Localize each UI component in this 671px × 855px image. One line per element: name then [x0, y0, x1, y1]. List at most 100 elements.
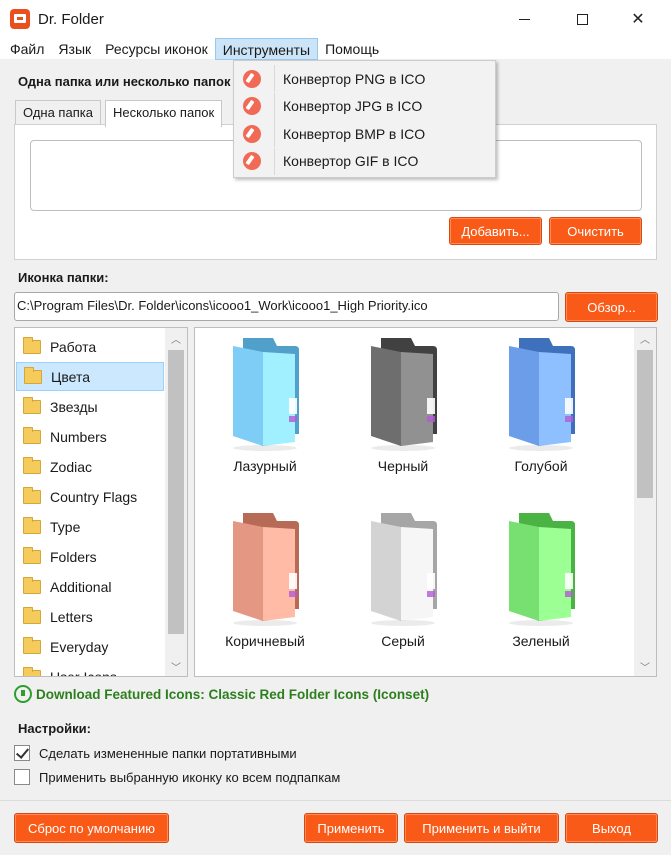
subfolders-label: Применить выбранную иконку ко всем подпа…: [39, 769, 341, 785]
scroll-down-icon[interactable]: ﹀: [165, 657, 187, 675]
menu-language[interactable]: Язык: [51, 38, 98, 60]
menu-item-label: Конвертор JPG в ICO: [283, 98, 423, 115]
scroll-up-icon[interactable]: ︿: [634, 329, 656, 347]
category-item[interactable]: Zodiac: [16, 452, 164, 481]
category-scrollbar[interactable]: ︿ ﹀: [165, 328, 187, 676]
folder-icon: [23, 516, 41, 534]
maximize-icon: [576, 13, 588, 25]
icon-tile[interactable]: Серый: [333, 509, 473, 669]
folder-icon: [23, 486, 41, 504]
minimize-button[interactable]: [498, 0, 550, 38]
category-item[interactable]: Letters: [16, 602, 164, 631]
icon-tile[interactable]: Черный: [333, 334, 473, 494]
category-item[interactable]: Everyday: [16, 632, 164, 661]
portable-label: Сделать измененные папки портативными: [39, 745, 297, 761]
icon-label: Зеленый: [512, 633, 570, 649]
clear-button[interactable]: Очистить: [549, 217, 642, 245]
folder-icon: [23, 456, 41, 474]
menu-item-label: Конвертор BMP в ICO: [283, 125, 426, 142]
menu-gif-to-ico[interactable]: Конвертор GIF в ICO: [234, 147, 495, 176]
menu-file[interactable]: Файл: [3, 38, 51, 60]
scroll-thumb[interactable]: [637, 350, 653, 498]
portable-checkbox[interactable]: [14, 745, 30, 761]
menu-separator: [274, 120, 275, 148]
title-bar: Dr. Folder ✕: [0, 0, 671, 38]
tab-multiple-folders[interactable]: Несколько папок: [105, 100, 223, 127]
category-item-selected[interactable]: Цвета: [16, 362, 164, 391]
converter-icon: [243, 97, 261, 116]
settings-title: Настройки:: [18, 721, 91, 736]
menu-png-to-ico[interactable]: Конвертор PNG в ICO: [234, 65, 495, 93]
menu-jpg-to-ico[interactable]: Конвертор JPG в ICO: [234, 92, 495, 121]
icon-tile[interactable]: Зеленый: [471, 509, 611, 669]
maximize-button[interactable]: [556, 0, 608, 38]
icon-label: Лазурный: [233, 458, 297, 474]
portable-option[interactable]: Сделать измененные папки портативными: [14, 743, 297, 763]
menu-item-label: Конвертор PNG в ICO: [283, 70, 426, 87]
folder-icon: [23, 336, 41, 354]
subfolders-option[interactable]: Применить выбранную иконку ко всем подпа…: [14, 767, 340, 787]
category-item[interactable]: Additional: [16, 572, 164, 601]
apply-and-exit-button[interactable]: Применить и выйти: [404, 813, 559, 843]
folder-icon: [23, 666, 41, 676]
icon-path-field[interactable]: C:\Program Files\Dr. Folder\icons\icooo1…: [14, 292, 559, 321]
icon-section-title: Иконка папки:: [18, 270, 109, 285]
converter-icon: [243, 152, 261, 171]
download-link-row[interactable]: Download Featured Icons: Classic Red Fol…: [14, 684, 429, 704]
folder-icon: [23, 606, 41, 624]
close-icon: ✕: [631, 11, 645, 28]
folder-icon: [23, 636, 41, 654]
exit-button[interactable]: Выход: [565, 813, 658, 843]
menu-icon-resources[interactable]: Ресурсы иконок: [98, 38, 215, 60]
folder-icon: [23, 426, 41, 444]
menu-tools[interactable]: Инструменты: [214, 38, 319, 60]
category-item[interactable]: Country Flags: [16, 482, 164, 511]
icon-label: Коричневый: [225, 633, 305, 649]
folder-icon: [23, 546, 41, 564]
category-item[interactable]: Работа: [16, 332, 164, 361]
scroll-thumb[interactable]: [168, 350, 184, 634]
menu-item-label: Конвертор GIF в ICO: [283, 153, 419, 170]
folder-icon: [371, 513, 437, 626]
icon-label: Серый: [381, 633, 425, 649]
menu-bmp-to-ico[interactable]: Конвертор BMP в ICO: [234, 120, 495, 148]
scroll-up-icon[interactable]: ︿: [165, 329, 187, 347]
converter-icon: [243, 69, 261, 88]
folders-section-title: Одна папка или несколько папок: [18, 74, 231, 89]
apply-button[interactable]: Применить: [304, 813, 398, 843]
category-item[interactable]: Folders: [16, 542, 164, 571]
icon-tile[interactable]: Голубой: [471, 334, 611, 494]
close-button[interactable]: ✕: [612, 0, 664, 38]
converter-icon: [243, 124, 261, 143]
icon-grid-scrollbar[interactable]: ︿ ﹀: [634, 328, 656, 676]
folder-icon: [233, 513, 299, 626]
category-item[interactable]: Type: [16, 512, 164, 541]
menu-bar: Файл Язык Ресурсы иконок Инструменты Пом…: [0, 38, 671, 60]
icon-label: Голубой: [514, 458, 568, 474]
category-item[interactable]: Numbers: [16, 422, 164, 451]
icon-grid: Лазурный Черный Голубой Коричневый Серый…: [194, 327, 657, 677]
folder-icon: [509, 338, 575, 451]
category-list: Работа Цвета Звезды Numbers Zodiac Count…: [14, 327, 188, 677]
tools-dropdown: Конвертор PNG в ICO Конвертор JPG в ICO …: [233, 60, 496, 178]
icon-tile[interactable]: Коричневый: [195, 509, 335, 669]
folder-icon: [233, 338, 299, 451]
icon-tile[interactable]: Лазурный: [195, 334, 335, 494]
icon-label: Черный: [377, 458, 429, 474]
window-title: Dr. Folder: [38, 10, 104, 28]
footer-divider: [0, 800, 671, 801]
category-item[interactable]: User Icons: [16, 662, 164, 676]
browse-button[interactable]: Обзор...: [565, 292, 658, 322]
folder-icon: [509, 513, 575, 626]
folder-icon: [23, 396, 41, 414]
folder-icon: [24, 366, 42, 384]
minimize-icon: [518, 18, 530, 20]
add-button[interactable]: Добавить...: [449, 217, 542, 245]
tab-single-folder[interactable]: Одна папка: [15, 100, 101, 126]
category-item[interactable]: Звезды: [16, 392, 164, 421]
subfolders-checkbox[interactable]: [14, 769, 30, 785]
download-link[interactable]: Download Featured Icons: Classic Red Fol…: [36, 687, 429, 702]
reset-defaults-button[interactable]: Сброс по умолчанию: [14, 813, 169, 843]
scroll-down-icon[interactable]: ﹀: [634, 657, 656, 675]
menu-help[interactable]: Помощь: [318, 38, 386, 60]
